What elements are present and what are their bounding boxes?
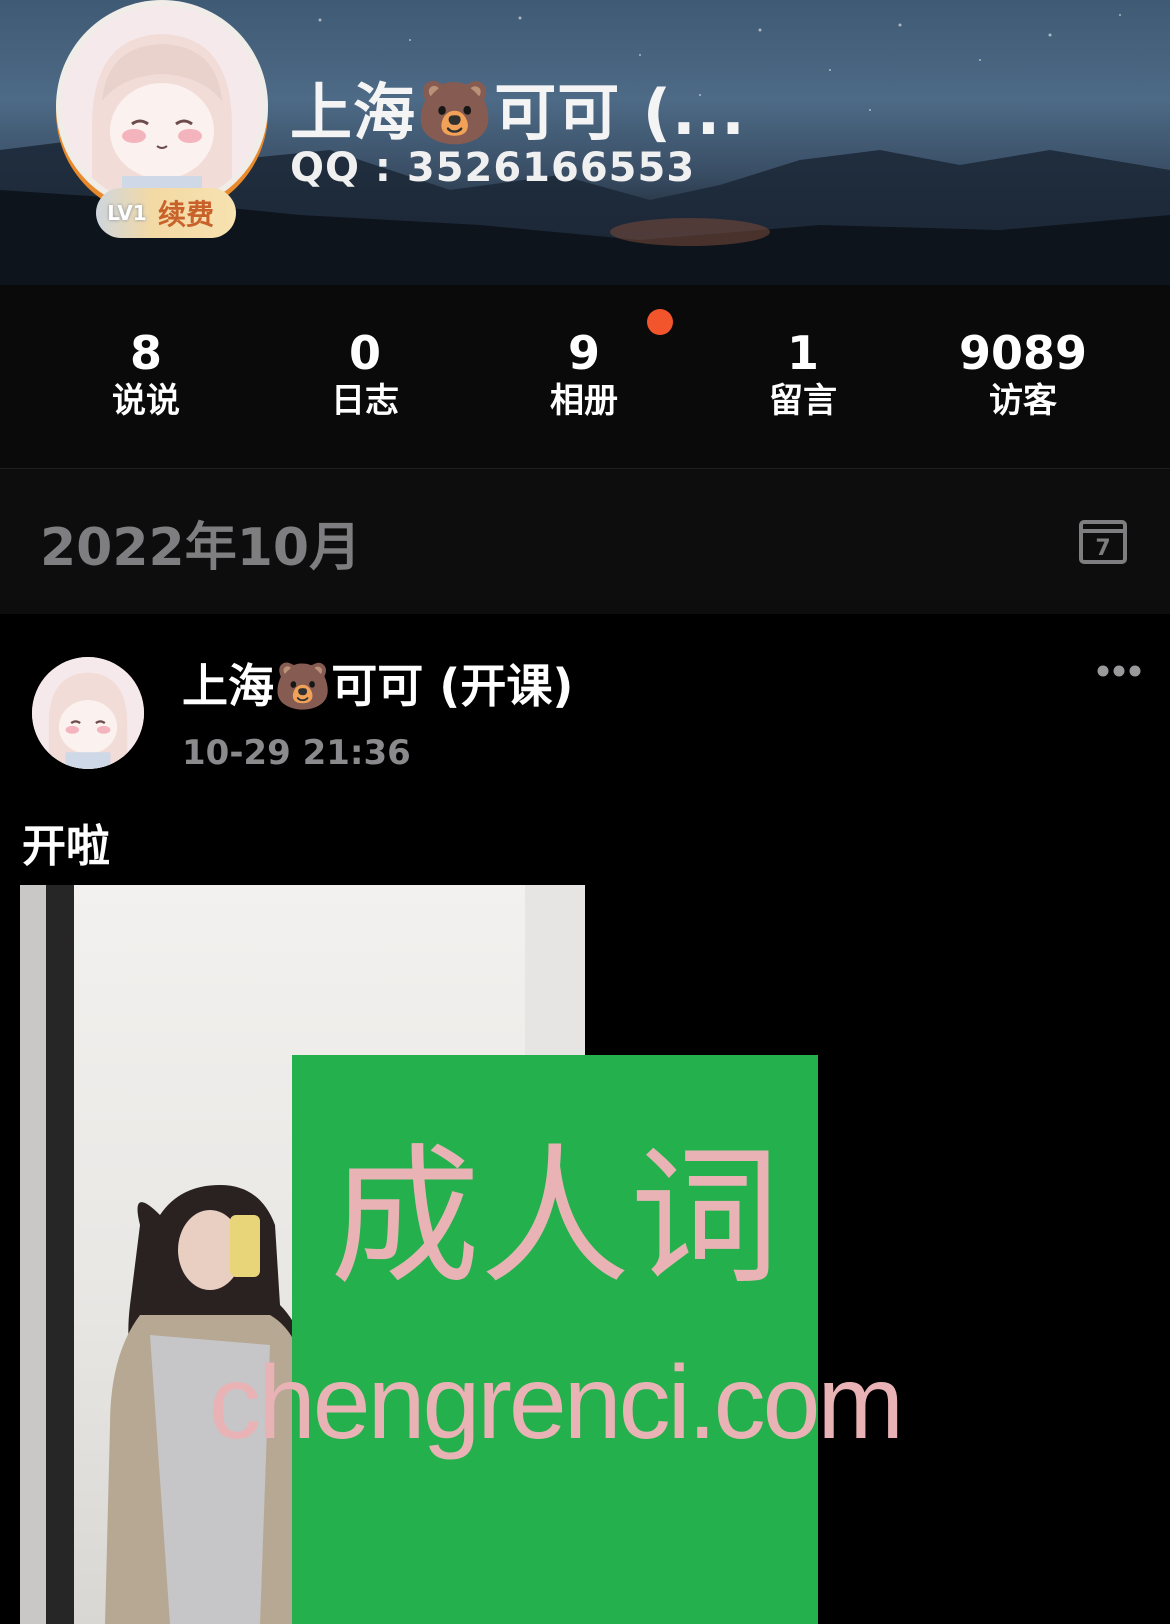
stat-albums[interactable]: 9 相册: [474, 327, 694, 423]
stat-value: 0: [348, 326, 381, 380]
stat-value: 8: [129, 326, 162, 380]
watermark-overlay: 成人词 chengrenci.com: [209, 1055, 904, 1624]
profile-name: 上海🐻可可 (...: [290, 76, 746, 149]
stat-blogs[interactable]: 0 日志: [255, 327, 475, 423]
more-horizontal-icon[interactable]: [1096, 664, 1142, 678]
stat-label: 相册: [550, 381, 618, 421]
renew-label: 续费: [158, 198, 215, 231]
new-notification-dot: [647, 309, 673, 335]
stats-bar: 8 说说 0 日志 9 相册 1 留言 9089 访客: [0, 285, 1170, 469]
anime-girl-avatar: [62, 6, 262, 206]
post-text: 开啦: [22, 821, 110, 872]
watermark-text-chinese: 成人词: [329, 1131, 780, 1305]
qq-number: QQ : 3526166553: [290, 145, 696, 191]
stat-moods[interactable]: 8 说说: [36, 327, 256, 423]
stat-value: 1: [786, 326, 819, 380]
stat-label: 日志: [331, 381, 399, 421]
stat-label: 留言: [769, 381, 837, 421]
profile-avatar[interactable]: [62, 6, 262, 206]
watermark-text-domain: chengrenci.com: [208, 1345, 904, 1461]
diamond-level-icon: LV1: [107, 201, 147, 225]
post-author-avatar[interactable]: [32, 657, 144, 769]
month-title: 2022年10月: [40, 518, 362, 578]
calendar-icon[interactable]: 7: [1078, 516, 1128, 566]
post-timestamp: 10-29 21:36: [182, 733, 411, 773]
anime-girl-avatar-small: [32, 657, 144, 769]
stat-messages[interactable]: 1 留言: [693, 327, 913, 423]
stat-value: 9089: [958, 326, 1088, 380]
post-author-name[interactable]: 上海🐻可可 (开课): [182, 650, 573, 716]
stat-visitors[interactable]: 9089 访客: [913, 327, 1133, 423]
level-badge[interactable]: LV1 续费: [96, 188, 236, 238]
stat-label: 访客: [989, 381, 1057, 421]
stat-label: 说说: [112, 381, 180, 421]
calendar-day: 7: [1095, 536, 1110, 561]
timeline-month-row: 2022年10月: [0, 469, 1170, 614]
